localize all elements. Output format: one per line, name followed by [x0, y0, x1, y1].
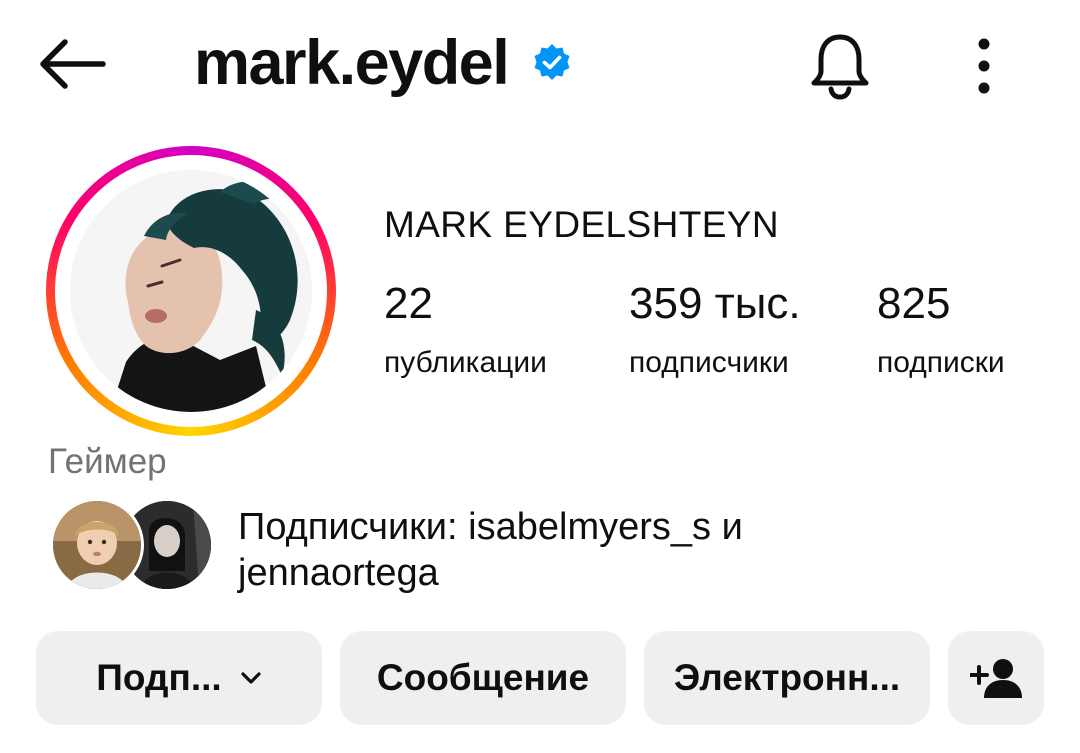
email-button-label: Электронн...	[673, 657, 901, 698]
profile-avatar	[70, 170, 312, 412]
notifications-button[interactable]	[800, 26, 880, 106]
suggested-users-button[interactable]	[948, 631, 1044, 725]
profile-page: mark.eydel MARK EYDELSHTEYN 22 публикаци…	[0, 0, 1080, 753]
more-options-button[interactable]	[956, 26, 1012, 106]
stat-followers-value: 359 тыс.	[629, 279, 801, 328]
following-button-label: Подп...	[96, 657, 222, 698]
top-bar: mark.eydel	[0, 0, 1080, 128]
chevron-down-icon	[240, 671, 262, 685]
mutual-follower-link[interactable]: jennaortega	[238, 552, 439, 594]
profile-avatar-story-ring[interactable]	[46, 146, 336, 436]
mutual-followers-conjunction: и	[721, 506, 743, 548]
verified-badge-icon	[532, 43, 572, 83]
profile-full-name: MARK EYDELSHTEYN	[384, 204, 779, 245]
arrow-left-icon	[40, 39, 106, 89]
stat-posts[interactable]: 22 публикации	[384, 282, 547, 378]
stat-followers-label: подписчики	[629, 346, 789, 379]
username-title: mark.eydel	[194, 27, 510, 98]
following-dropdown-button[interactable]: Подп...	[36, 631, 322, 725]
stat-posts-value: 22	[384, 279, 433, 328]
email-button[interactable]: Электронн...	[644, 631, 930, 725]
username-header: mark.eydel	[194, 20, 572, 106]
stat-following-label: подписки	[877, 346, 1005, 379]
bell-icon	[811, 34, 869, 100]
stat-following-value: 825	[877, 279, 951, 328]
message-button[interactable]: Сообщение	[340, 631, 626, 725]
mutual-followers-text: Подписчики: isabelmyers_s и jennaortega	[238, 504, 898, 596]
profile-category: Геймер	[48, 442, 167, 481]
more-vertical-icon	[978, 38, 990, 94]
back-button[interactable]	[34, 34, 110, 94]
message-button-label: Сообщение	[376, 657, 590, 698]
mutual-follower-avatar	[50, 498, 144, 592]
mutual-follower-link[interactable]: isabelmyers_s	[468, 506, 711, 548]
stat-following[interactable]: 825 подписки	[877, 282, 1005, 378]
stat-followers[interactable]: 359 тыс. подписчики	[629, 282, 801, 378]
stat-posts-label: публикации	[384, 346, 547, 379]
mutual-followers-prefix: Подписчики:	[238, 506, 458, 548]
add-user-icon	[970, 659, 1022, 698]
mutual-followers-avatars[interactable]	[50, 498, 214, 592]
